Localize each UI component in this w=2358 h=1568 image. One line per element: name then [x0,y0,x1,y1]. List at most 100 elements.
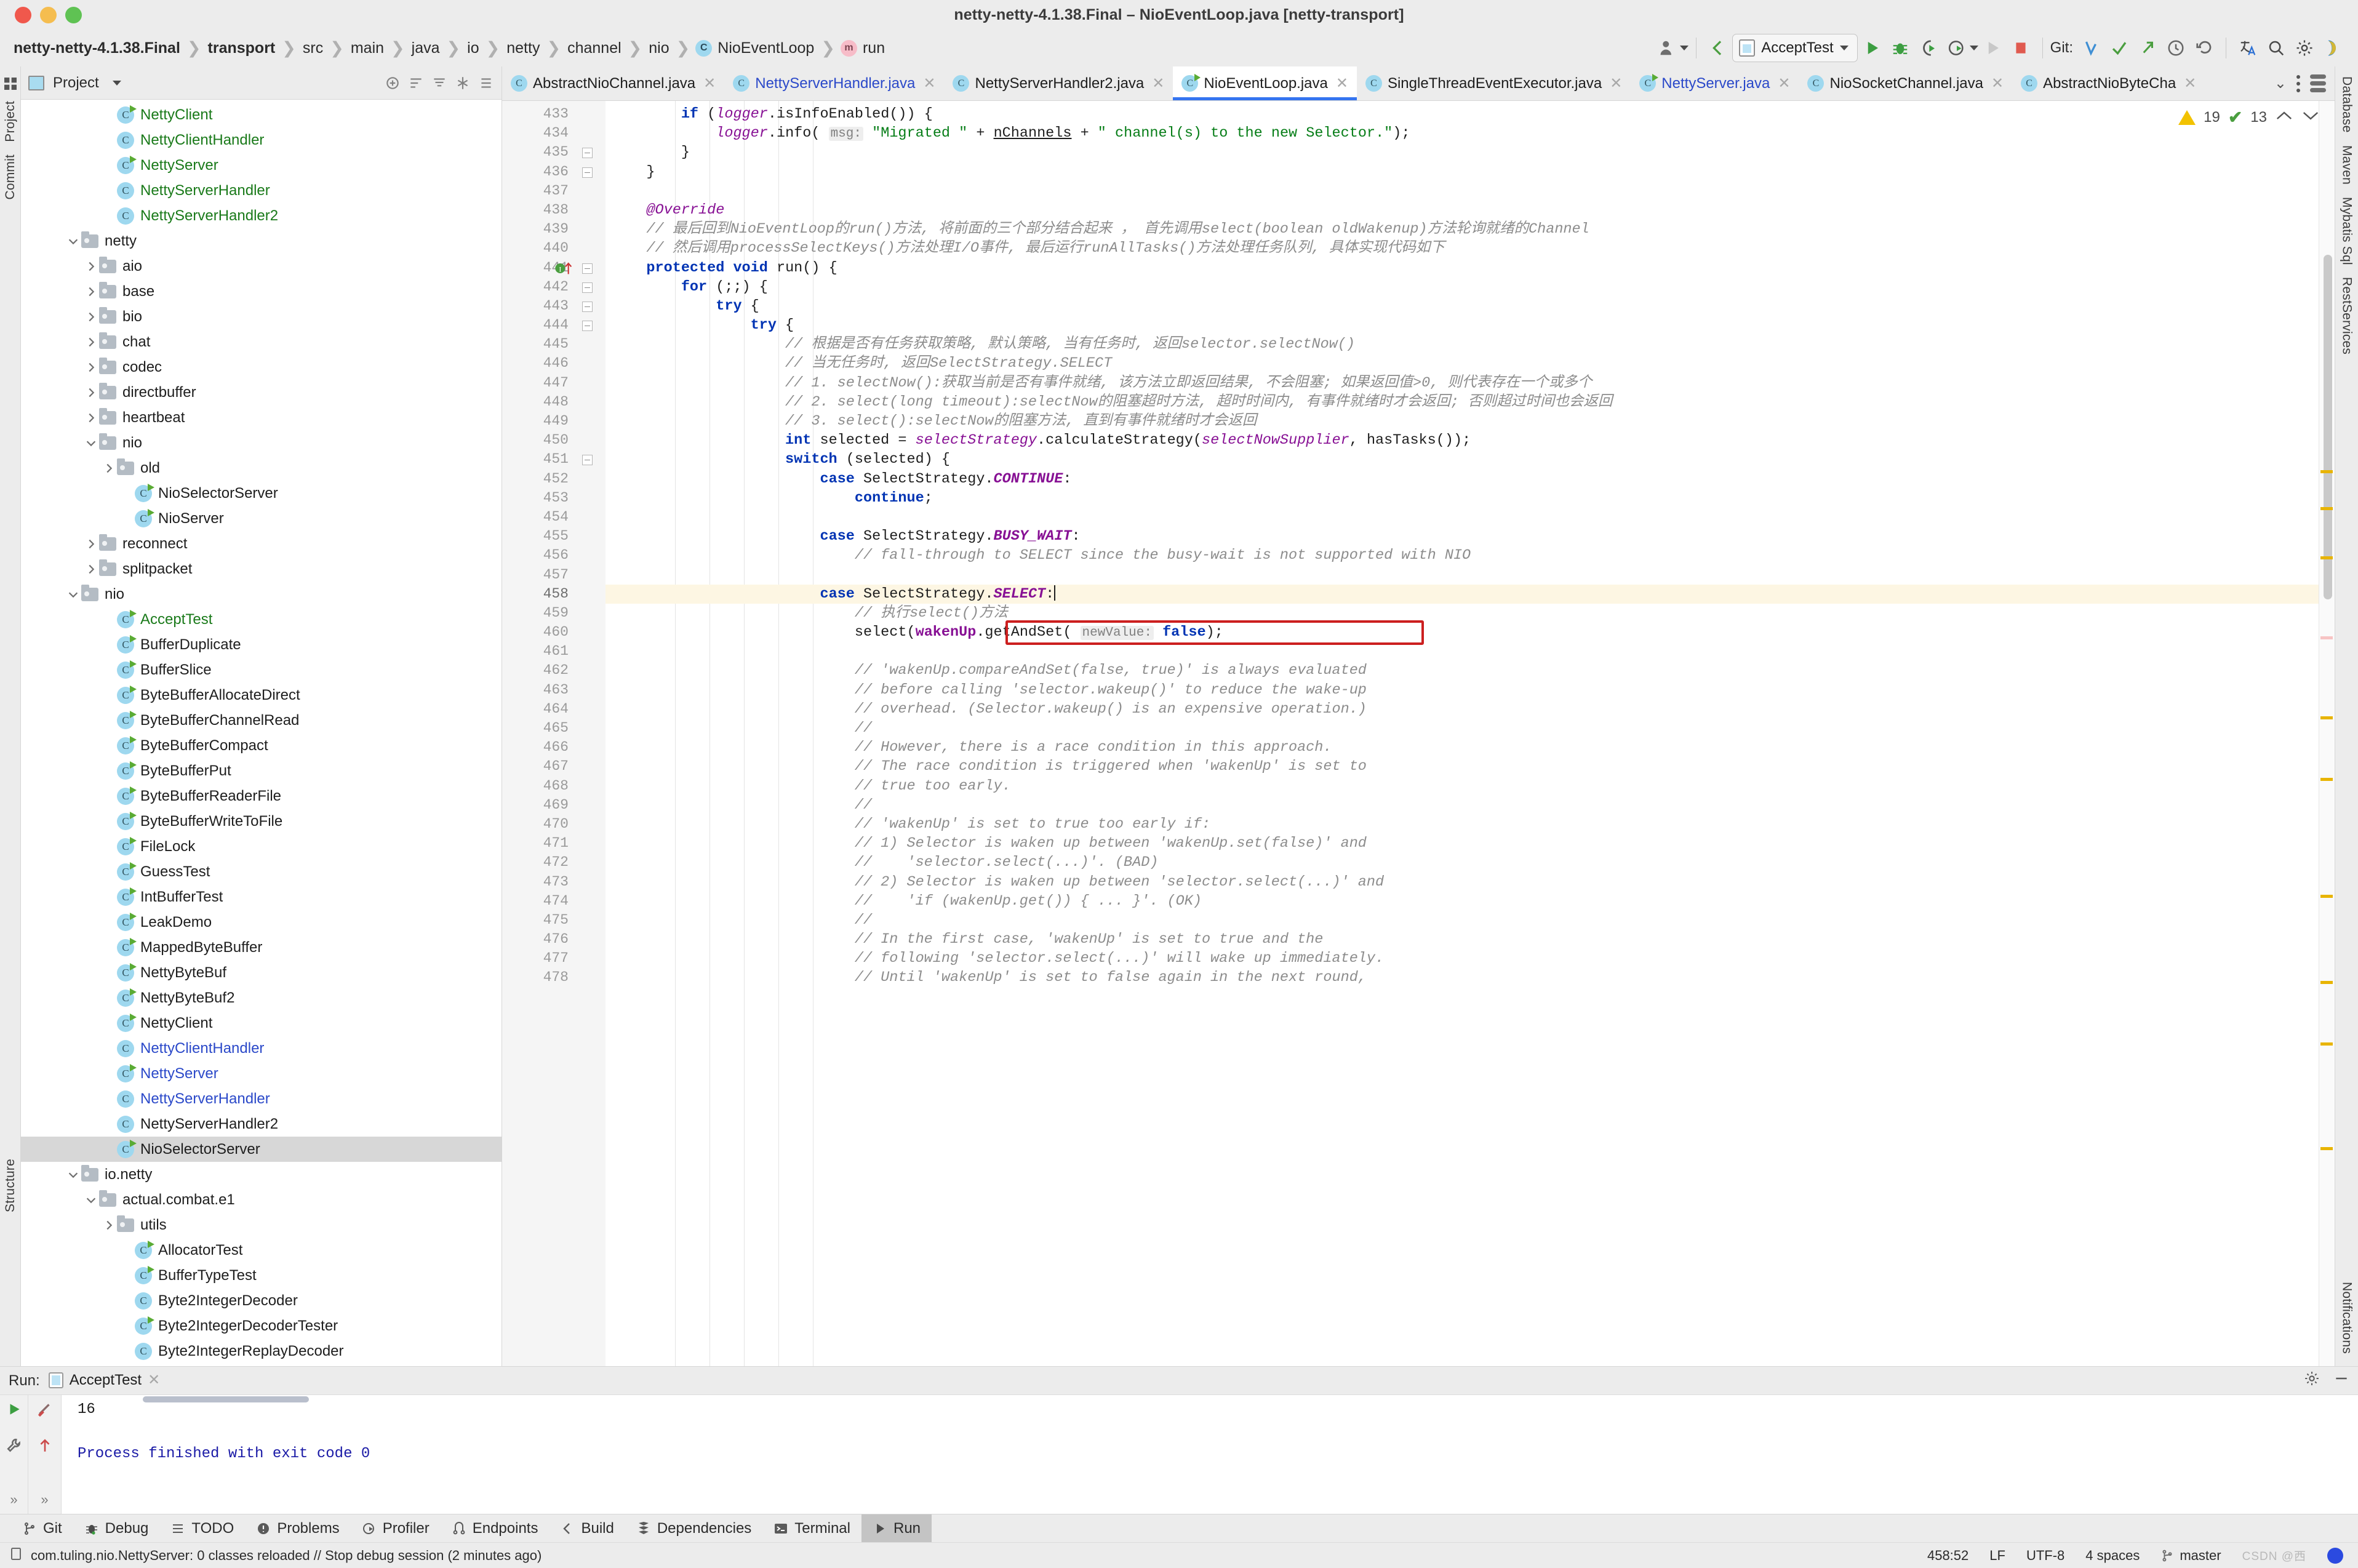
expand-actions-icon[interactable]: » [10,1492,17,1508]
tree-item-nettyserverhandler2[interactable]: CNettyServerHandler2 [21,1111,502,1137]
breadcrumb-item-netty-netty-4-1-38-final[interactable]: netty-netty-4.1.38.Final [12,39,182,57]
gutter-mark-row[interactable] [576,604,605,623]
tree-item-mappedbytebuffer[interactable]: CMappedByteBuffer [21,935,502,960]
tree-item-codec[interactable]: codec [21,354,502,380]
breadcrumb-item-nioeventloop[interactable]: CNioEventLoop [695,39,815,57]
fold-toggle-icon[interactable] [582,282,593,293]
gutter-mark-row[interactable] [576,968,605,987]
console-output[interactable]: 16 Process finished with exit code 0 [62,1395,2358,1514]
settings-wrench-icon[interactable] [6,1438,22,1458]
chevron-right-icon[interactable] [83,334,99,350]
code-line-462[interactable]: // 'wakenUp.compareAndSet(false, true)' … [605,661,2319,680]
console-scrollbar-thumb[interactable] [143,1396,309,1402]
ide-logo-icon[interactable] [2319,34,2347,62]
bottom-tab-debug[interactable]: Debug [73,1514,160,1543]
editor-scrollbar-thumb[interactable] [2324,255,2332,599]
code-line-437[interactable] [605,182,2319,201]
gutter-mark-row[interactable] [576,585,605,604]
tree-item-base[interactable]: base [21,279,502,304]
gutter-mark-row[interactable] [576,546,605,565]
gutter-mark-row[interactable] [576,892,605,911]
prev-problem-icon[interactable] [2275,109,2293,126]
close-tab-icon[interactable]: ✕ [1610,74,1622,92]
code-line-446[interactable]: // 当无任务时, 返回SelectStrategy.SELECT [605,354,2319,373]
tree-item-bufferduplicate[interactable]: CBufferDuplicate [21,632,502,657]
editor-tab-nettyserverhandler2-java[interactable]: CNettyServerHandler2.java✕ [944,66,1173,100]
gutter-mark-row[interactable] [576,239,605,258]
tree-item-bufferslice[interactable]: CBufferSlice [21,657,502,682]
code-line-447[interactable]: // 1. selectNow():获取当前是否有事件就绪, 该方法立即返回结果… [605,374,2319,393]
tree-item-nettyserverhandler[interactable]: CNettyServerHandler [21,1086,502,1111]
editor-tab-singlethreadeventexecutor-java[interactable]: CSingleThreadEventExecutor.java✕ [1357,66,1631,100]
gear-icon[interactable] [2290,34,2319,62]
code-line-460[interactable]: select(wakenUp.getAndSet( newValue: fals… [605,623,2319,642]
chevron-right-icon[interactable] [101,1217,117,1233]
breadcrumb-item-netty[interactable]: netty [505,39,541,57]
code-line-459[interactable]: // 执行select()方法 [605,604,2319,623]
tree-item-chat[interactable]: chat [21,329,502,354]
chevron-right-icon[interactable] [83,410,99,426]
gutter-mark-row[interactable] [576,143,605,162]
tree-item-nioselectorserver[interactable]: CNioSelectorServer [21,481,502,506]
menu-grid-icon[interactable] [4,76,17,89]
code-line-471[interactable]: // 1) Selector is waken up between 'wake… [605,834,2319,853]
bottom-tab-terminal[interactable]: Terminal [762,1514,861,1543]
tree-item-nio[interactable]: nio [21,430,502,455]
gutter-mark-row[interactable] [576,853,605,872]
git-push-icon[interactable] [2133,34,2162,62]
code-line-439[interactable]: // 最后回到NioEventLoop的run()方法, 将前面的三个部分结合起… [605,220,2319,239]
tree-item-nettyserverhandler[interactable]: CNettyServerHandler [21,178,502,203]
gutter-mark-row[interactable] [576,738,605,757]
tree-item-old[interactable]: old [21,455,502,481]
code-line-476[interactable]: // In the first case, 'wakenUp' is set t… [605,930,2319,949]
breadcrumb-item-transport[interactable]: transport [207,39,277,57]
gutter-mark-row[interactable] [576,681,605,700]
bottom-tab-todo[interactable]: TODO [159,1514,245,1543]
tree-item-byte2integerdecodertester[interactable]: CByte2IntegerDecoderTester [21,1313,502,1338]
fold-toggle-icon[interactable] [582,263,593,274]
tree-item-leakdemo[interactable]: CLeakDemo [21,910,502,935]
code-line-469[interactable]: // [605,796,2319,815]
chevron-right-icon[interactable] [83,561,99,577]
expand-all-icon[interactable] [408,75,424,91]
editor-tab-nioeventloop-java[interactable]: CNioEventLoop.java✕ [1173,66,1357,100]
code-line-456[interactable]: // fall-through to SELECT since the busy… [605,546,2319,565]
run-configuration-selector[interactable]: AcceptTest [1732,34,1857,62]
tree-item-filelock[interactable]: CFileLock [21,834,502,859]
tree-item-nettyserverhandler2[interactable]: CNettyServerHandler2 [21,203,502,228]
tree-item-nettyserver[interactable]: CNettyServer [21,153,502,178]
tree-item-aio[interactable]: aio [21,254,502,279]
code-line-467[interactable]: // The race condition is triggered when … [605,757,2319,776]
close-tab-icon[interactable]: ✕ [703,74,716,92]
status-message-icon[interactable] [9,1546,23,1565]
breadcrumb-item-main[interactable]: main [350,39,385,57]
chevron-right-icon[interactable] [83,284,99,300]
bottom-tab-dependencies[interactable]: Dependencies [625,1514,762,1543]
chevron-down-icon[interactable] [65,233,81,249]
gutter-mark-row[interactable] [576,489,605,508]
fold-toggle-icon[interactable] [582,148,593,158]
indent-setting[interactable]: 4 spaces [2085,1548,2140,1564]
gutter-mark-row[interactable] [576,623,605,642]
fold-toggle-icon[interactable] [582,167,593,178]
tree-item-nettyclient[interactable]: CNettyClient [21,1010,502,1036]
chevron-down-icon[interactable] [65,1167,81,1183]
error-stripe[interactable] [2319,101,2335,1366]
breadcrumb-item-nio[interactable]: nio [647,39,670,57]
chevron-right-icon[interactable] [83,258,99,274]
close-tab-icon[interactable]: ✕ [923,74,935,92]
gutter-mark-row[interactable] [576,297,605,316]
caret-position[interactable]: 458:52 [1927,1548,1968,1564]
split-editor-icon[interactable] [2310,74,2326,92]
debug-button[interactable] [1886,34,1914,62]
tree-item-bytebufferallocatedirect[interactable]: CByteBufferAllocateDirect [21,682,502,708]
editor-tab-nettyserver-java[interactable]: CNettyServer.java✕ [1631,66,1799,100]
tree-item-guesstest[interactable]: CGuessTest [21,859,502,884]
gutter-mark-row[interactable] [576,911,605,930]
sidebar-item-restservices[interactable]: RestServices [2338,271,2356,361]
bottom-tab-build[interactable]: Build [549,1514,625,1543]
gutter-mark-row[interactable]: I [576,258,605,278]
rollback-icon[interactable] [2190,34,2218,62]
chevron-down-icon[interactable] [1840,46,1848,50]
gutter-mark-row[interactable] [576,757,605,776]
